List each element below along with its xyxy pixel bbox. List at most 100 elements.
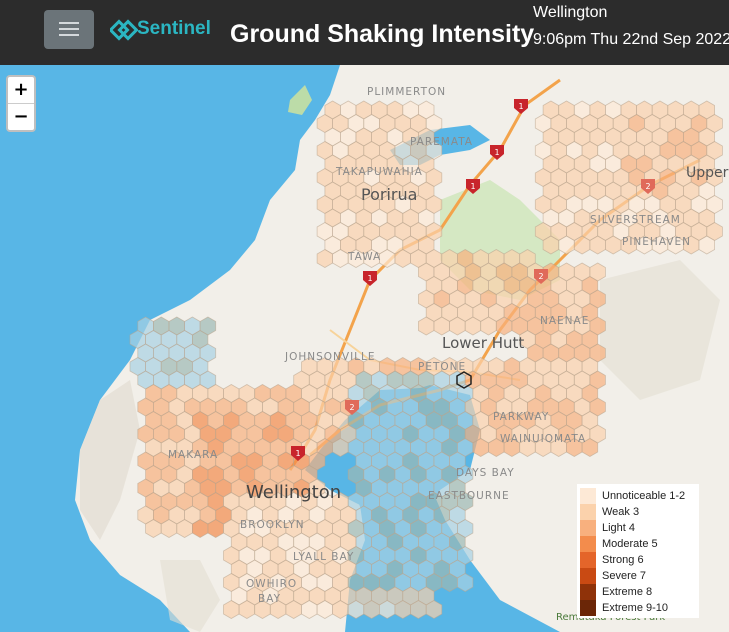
intensity-hex <box>410 600 427 619</box>
place-pinehaven: PINEHAVEN <box>622 236 691 248</box>
intensity-hex <box>285 600 302 619</box>
intensity-hex <box>573 235 591 255</box>
intensity-hex <box>456 573 474 592</box>
place-parkway: PARKWAY <box>493 411 549 423</box>
intensity-hex <box>417 316 435 336</box>
svg-text:1: 1 <box>494 148 499 157</box>
svg-text:2: 2 <box>645 182 650 191</box>
intensity-hex <box>316 600 334 619</box>
legend-label: Moderate 5 <box>602 538 658 550</box>
zoom-out-button[interactable]: − <box>8 103 34 130</box>
legend-label: Unnoticeable 1-2 <box>602 490 686 502</box>
intensity-hex <box>238 600 256 619</box>
place-paremata: PAREMATA <box>410 136 473 148</box>
legend-item: Extreme 9-10 <box>577 600 699 616</box>
intensity-hex <box>301 600 318 619</box>
intensity-hex <box>191 519 209 538</box>
location-name: Wellington <box>533 4 608 21</box>
place-days-bay: DAYS BAY <box>456 467 515 479</box>
intensity-hex <box>363 600 380 619</box>
intensity-hex <box>558 235 575 255</box>
intensity-hex <box>145 519 162 538</box>
legend-label: Strong 6 <box>602 554 644 566</box>
legend-swatch <box>580 504 596 520</box>
intensity-hex <box>472 438 489 457</box>
intensity-hex <box>589 235 606 255</box>
menu-button[interactable] <box>44 10 94 49</box>
legend-item: Light 4 <box>577 520 699 536</box>
legend-swatch <box>580 520 596 536</box>
legend-item: Extreme 8 <box>577 584 699 600</box>
svg-text:2: 2 <box>538 272 543 281</box>
hamburger-icon <box>59 22 79 24</box>
svg-text:1: 1 <box>470 182 475 191</box>
legend-label: Weak 3 <box>602 506 640 518</box>
intensity-hex <box>495 316 513 336</box>
place-eastbourne: EASTBOURNE <box>428 490 510 502</box>
intensity-hex <box>207 519 224 538</box>
legend-item: Unnoticeable 1-2 <box>577 488 699 504</box>
legend-swatch <box>580 552 596 568</box>
intensity-hex <box>332 600 349 619</box>
intensity-hex <box>394 600 412 619</box>
intensity-hex <box>347 600 365 619</box>
place-wainuiomata: WAINUIOMATA <box>500 433 586 445</box>
legend-item: Strong 6 <box>577 552 699 568</box>
place-lyall-bay: LYALL BAY <box>293 551 354 563</box>
place-johnsonville: JOHNSONVILLE <box>284 351 376 363</box>
intensity-legend: Unnoticeable 1-2 Weak 3 Light 4 Moderate 5 S… <box>577 484 699 618</box>
legend-item: Weak 3 <box>577 504 699 520</box>
brand-name: Sentinel <box>137 18 211 39</box>
intensity-hex <box>332 438 349 457</box>
place-upper: Upper <box>686 165 729 181</box>
intensity-hex <box>378 249 396 268</box>
place-owhiro: OWHIRO <box>246 578 297 590</box>
legend-label: Severe 7 <box>602 570 647 582</box>
top-bar: Sentinel Ground Shaking Intensity Wellin… <box>0 0 729 65</box>
legend-swatch <box>580 600 596 616</box>
intensity-hex <box>464 316 482 336</box>
intensity-hex <box>160 519 178 538</box>
zoom-control: + − <box>6 75 36 132</box>
place-brooklyn: BROOKLYN <box>240 519 305 531</box>
place-lower-hutt: Lower Hutt <box>442 334 524 352</box>
intensity-hex <box>394 249 412 268</box>
legend-swatch <box>580 568 596 584</box>
place-petone: PETONE <box>418 361 466 373</box>
legend-swatch <box>580 536 596 552</box>
legend-label: Extreme 9-10 <box>602 602 669 614</box>
place-bay: BAY <box>258 593 281 605</box>
place-makara: MAKARA <box>168 449 218 461</box>
place-porirua: Porirua <box>361 185 417 204</box>
legend-swatch <box>580 488 596 504</box>
intensity-hex <box>316 249 334 268</box>
intensity-hex <box>433 316 451 336</box>
svg-text:1: 1 <box>518 102 523 111</box>
intensity-hex <box>223 600 240 619</box>
legend-item: Moderate 5 <box>577 536 699 552</box>
intensity-hex <box>332 249 349 268</box>
page-title: Ground Shaking Intensity <box>230 20 535 48</box>
place-tawa: TAWA <box>347 251 381 263</box>
intensity-hex <box>378 600 396 619</box>
intensity-hex <box>480 316 497 336</box>
intensity-hex <box>441 573 458 592</box>
intensity-hex <box>698 235 715 255</box>
place-wellington: Wellington <box>246 482 341 503</box>
event-datetime: 9:06pm Thu 22nd Sep 2022 <box>533 31 729 48</box>
svg-text:1: 1 <box>295 449 300 458</box>
intensity-hex <box>176 519 193 538</box>
legend-item: Severe 7 <box>577 568 699 584</box>
legend-swatch <box>580 584 596 600</box>
zoom-in-button[interactable]: + <box>8 77 34 103</box>
intensity-hex <box>542 235 560 255</box>
place-silverstream: SILVERSTREAM <box>590 214 681 226</box>
place-plimmerton: PLIMMERTON <box>367 86 446 98</box>
svg-text:2: 2 <box>349 403 354 412</box>
place-takapuwahia: TAKAPUWAHIA <box>335 166 423 178</box>
legend-label: Light 4 <box>602 522 636 534</box>
sentinel-logo-icon <box>110 19 138 41</box>
svg-text:1: 1 <box>367 274 372 283</box>
place-naenae: NAENAE <box>540 315 589 327</box>
intensity-hex <box>425 600 443 619</box>
